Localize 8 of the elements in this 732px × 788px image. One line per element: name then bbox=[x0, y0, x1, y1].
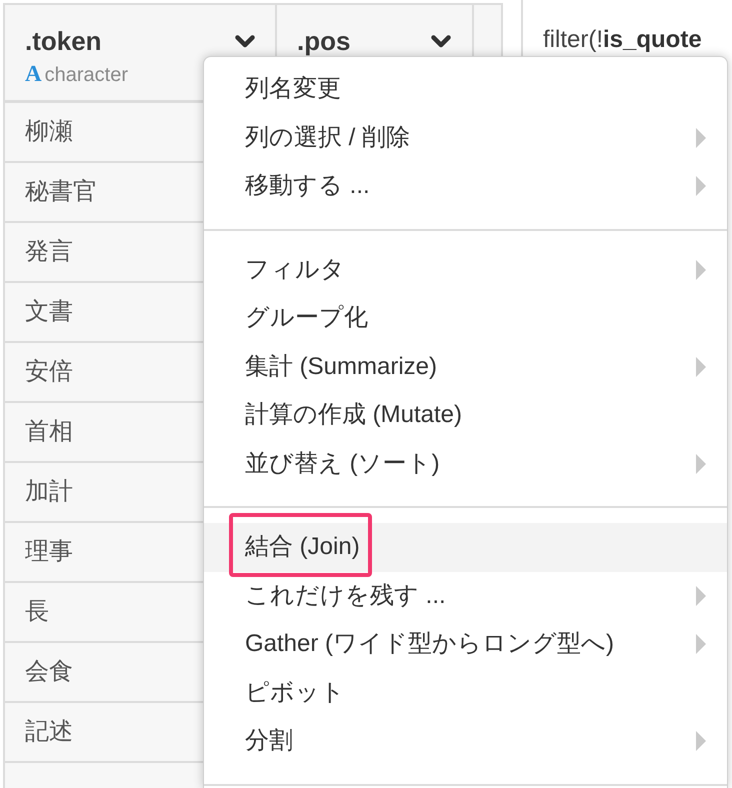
code-text: filter(!is_quote bbox=[543, 25, 703, 55]
chevron-down-icon[interactable] bbox=[431, 34, 451, 48]
menu-item[interactable]: 結合 (Join) bbox=[204, 523, 727, 572]
type-icon: A bbox=[25, 60, 42, 88]
chevron-down-icon[interactable] bbox=[235, 34, 255, 48]
column-title: .token bbox=[25, 25, 102, 57]
column-title: .pos bbox=[297, 25, 350, 57]
column-type: character bbox=[44, 63, 128, 88]
